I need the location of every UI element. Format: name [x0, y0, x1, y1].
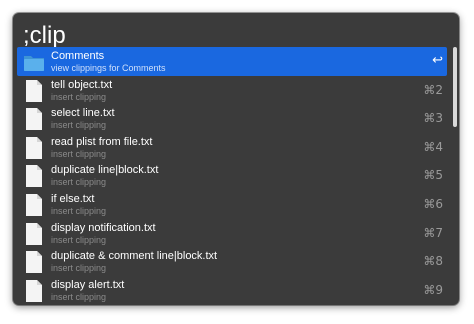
command-shortcut: ⌘6 — [423, 197, 443, 211]
result-subtitle: insert clipping — [51, 206, 107, 216]
result-row[interactable]: read plist from file.txt insert clipping ⌘… — [17, 133, 447, 162]
document-icon — [23, 250, 45, 274]
result-row[interactable]: duplicate line|block.txt insert clipping ⌘… — [17, 161, 447, 190]
alfred-launcher-window: Commentsview clippings for Comments ↩ tell… — [13, 13, 459, 305]
document-icon — [23, 107, 45, 131]
result-row[interactable]: duplicate & comment line|block.txt insert… — [17, 247, 447, 276]
result-title: if else.txt — [51, 193, 95, 205]
result-title: tell object.txt — [51, 78, 113, 91]
result-subtitle: insert clipping — [51, 91, 107, 102]
result-row[interactable]: tell object.txt insert clipping ⌘2 — [17, 76, 447, 105]
command-shortcut: ⌘8 — [423, 254, 443, 269]
document-icon — [23, 79, 45, 103]
result-title: duplicate line|block.txt — [51, 164, 159, 177]
result-title: display alert.txt — [51, 278, 125, 291]
result-title: Comments — [51, 50, 105, 62]
result-row[interactable]: display alert.txt insert clipping ⌘9 — [17, 276, 447, 305]
document-icon — [23, 136, 45, 160]
command-shortcut: ⌘7 — [423, 225, 443, 240]
result-subtitle: insert clipping — [51, 148, 107, 159]
result-title: display notification.txt — [51, 221, 156, 234]
command-shortcut: ⌘5 — [423, 168, 443, 183]
document-icon — [23, 279, 45, 303]
scrollbar[interactable] — [453, 47, 457, 127]
result-subtitle: insert clipping — [51, 234, 107, 245]
result-row[interactable]: if else.txt insert clipping ⌘6 — [17, 190, 447, 219]
result-row-selected[interactable]: Comments view clippings for Comments ↩ — [17, 47, 447, 76]
result-subtitle: insert clipping — [51, 291, 107, 302]
result-row[interactable]: display notification.txt insert clipping ⌘… — [17, 219, 447, 248]
return-key-shortcut: ↩ — [432, 53, 443, 68]
command-shortcut: ⌘4 — [423, 139, 443, 154]
document-icon — [23, 193, 45, 217]
result-subtitle: insert clipping — [51, 177, 107, 188]
command-shortcut: ⌘9 — [423, 282, 443, 297]
command-shortcut: ⌘2 — [423, 82, 443, 97]
folder-icon — [23, 50, 45, 74]
result-title: read plist from file.txt — [51, 135, 153, 148]
command-shortcut: ⌘3 — [423, 111, 443, 126]
result-subtitle: view clippings for Comments — [51, 63, 166, 73]
result-row[interactable]: select line.txt insert clipping ⌘3 — [17, 104, 447, 133]
document-icon — [23, 164, 45, 188]
results-list: Comments view clippings for Comments ↩ tell… — [17, 47, 455, 303]
document-icon — [23, 222, 45, 246]
result-subtitle: insert clipping — [51, 263, 107, 274]
result-subtitle: insert clipping — [51, 120, 107, 131]
result-title: duplicate & comment line|block.txt — [51, 250, 218, 263]
result-title: select line.txt — [51, 107, 115, 120]
